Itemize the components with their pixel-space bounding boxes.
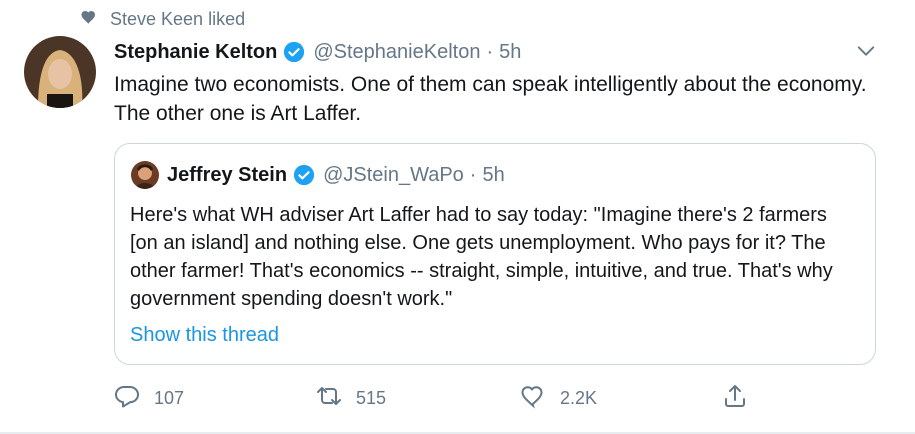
like-count: 2.2K: [560, 387, 598, 408]
separator-dot: ·: [469, 163, 477, 186]
heart-icon: [520, 383, 546, 414]
tweet-text: Imagine two economists. One of them can …: [114, 73, 867, 125]
retweet-button[interactable]: 515: [316, 383, 386, 413]
reply-button[interactable]: 107: [114, 383, 184, 413]
heart-icon: [80, 8, 98, 31]
avatar[interactable]: [24, 36, 96, 108]
tweet-card[interactable]: Steve Keen liked Stephanie Kelton @Steph…: [0, 0, 915, 434]
quoted-display-name: Jeffrey Stein: [167, 163, 288, 186]
handle[interactable]: @StephanieKelton: [313, 41, 480, 64]
retweet-count: 515: [356, 387, 387, 408]
quoted-tweet-header: Jeffrey Stein @JStein_WaPo · 5h: [131, 161, 505, 189]
retweet-icon: [316, 383, 342, 414]
quoted-handle: @JStein_WaPo: [323, 163, 464, 186]
tweet-header: Stephanie Kelton @StephanieKelton · 5h: [114, 38, 521, 66]
reply-icon: [114, 383, 140, 414]
separator-dot: ·: [486, 40, 494, 63]
quoted-timestamp: 5h: [482, 163, 505, 186]
show-thread-link[interactable]: Show this thread: [130, 324, 279, 347]
share-icon: [722, 383, 748, 414]
verified-badge-icon: [283, 41, 305, 63]
verified-badge-icon: [293, 164, 315, 186]
like-button[interactable]: 2.2K: [520, 383, 597, 413]
chevron-down-icon[interactable]: [855, 40, 877, 62]
quoted-tweet[interactable]: Jeffrey Stein @JStein_WaPo · 5h Here's w…: [114, 143, 876, 365]
reply-count: 107: [154, 387, 185, 408]
timestamp[interactable]: 5h: [499, 41, 521, 64]
share-button[interactable]: [722, 383, 748, 413]
liked-by-text[interactable]: Steve Keen liked: [110, 9, 245, 30]
tweet-actions: 107 515 2.2K: [114, 383, 874, 413]
display-name[interactable]: Stephanie Kelton: [114, 41, 277, 64]
social-context: Steve Keen liked: [80, 7, 245, 31]
quoted-avatar: [131, 161, 159, 189]
quoted-tweet-text: Here's what WH adviser Art Laffer had to…: [130, 204, 833, 310]
